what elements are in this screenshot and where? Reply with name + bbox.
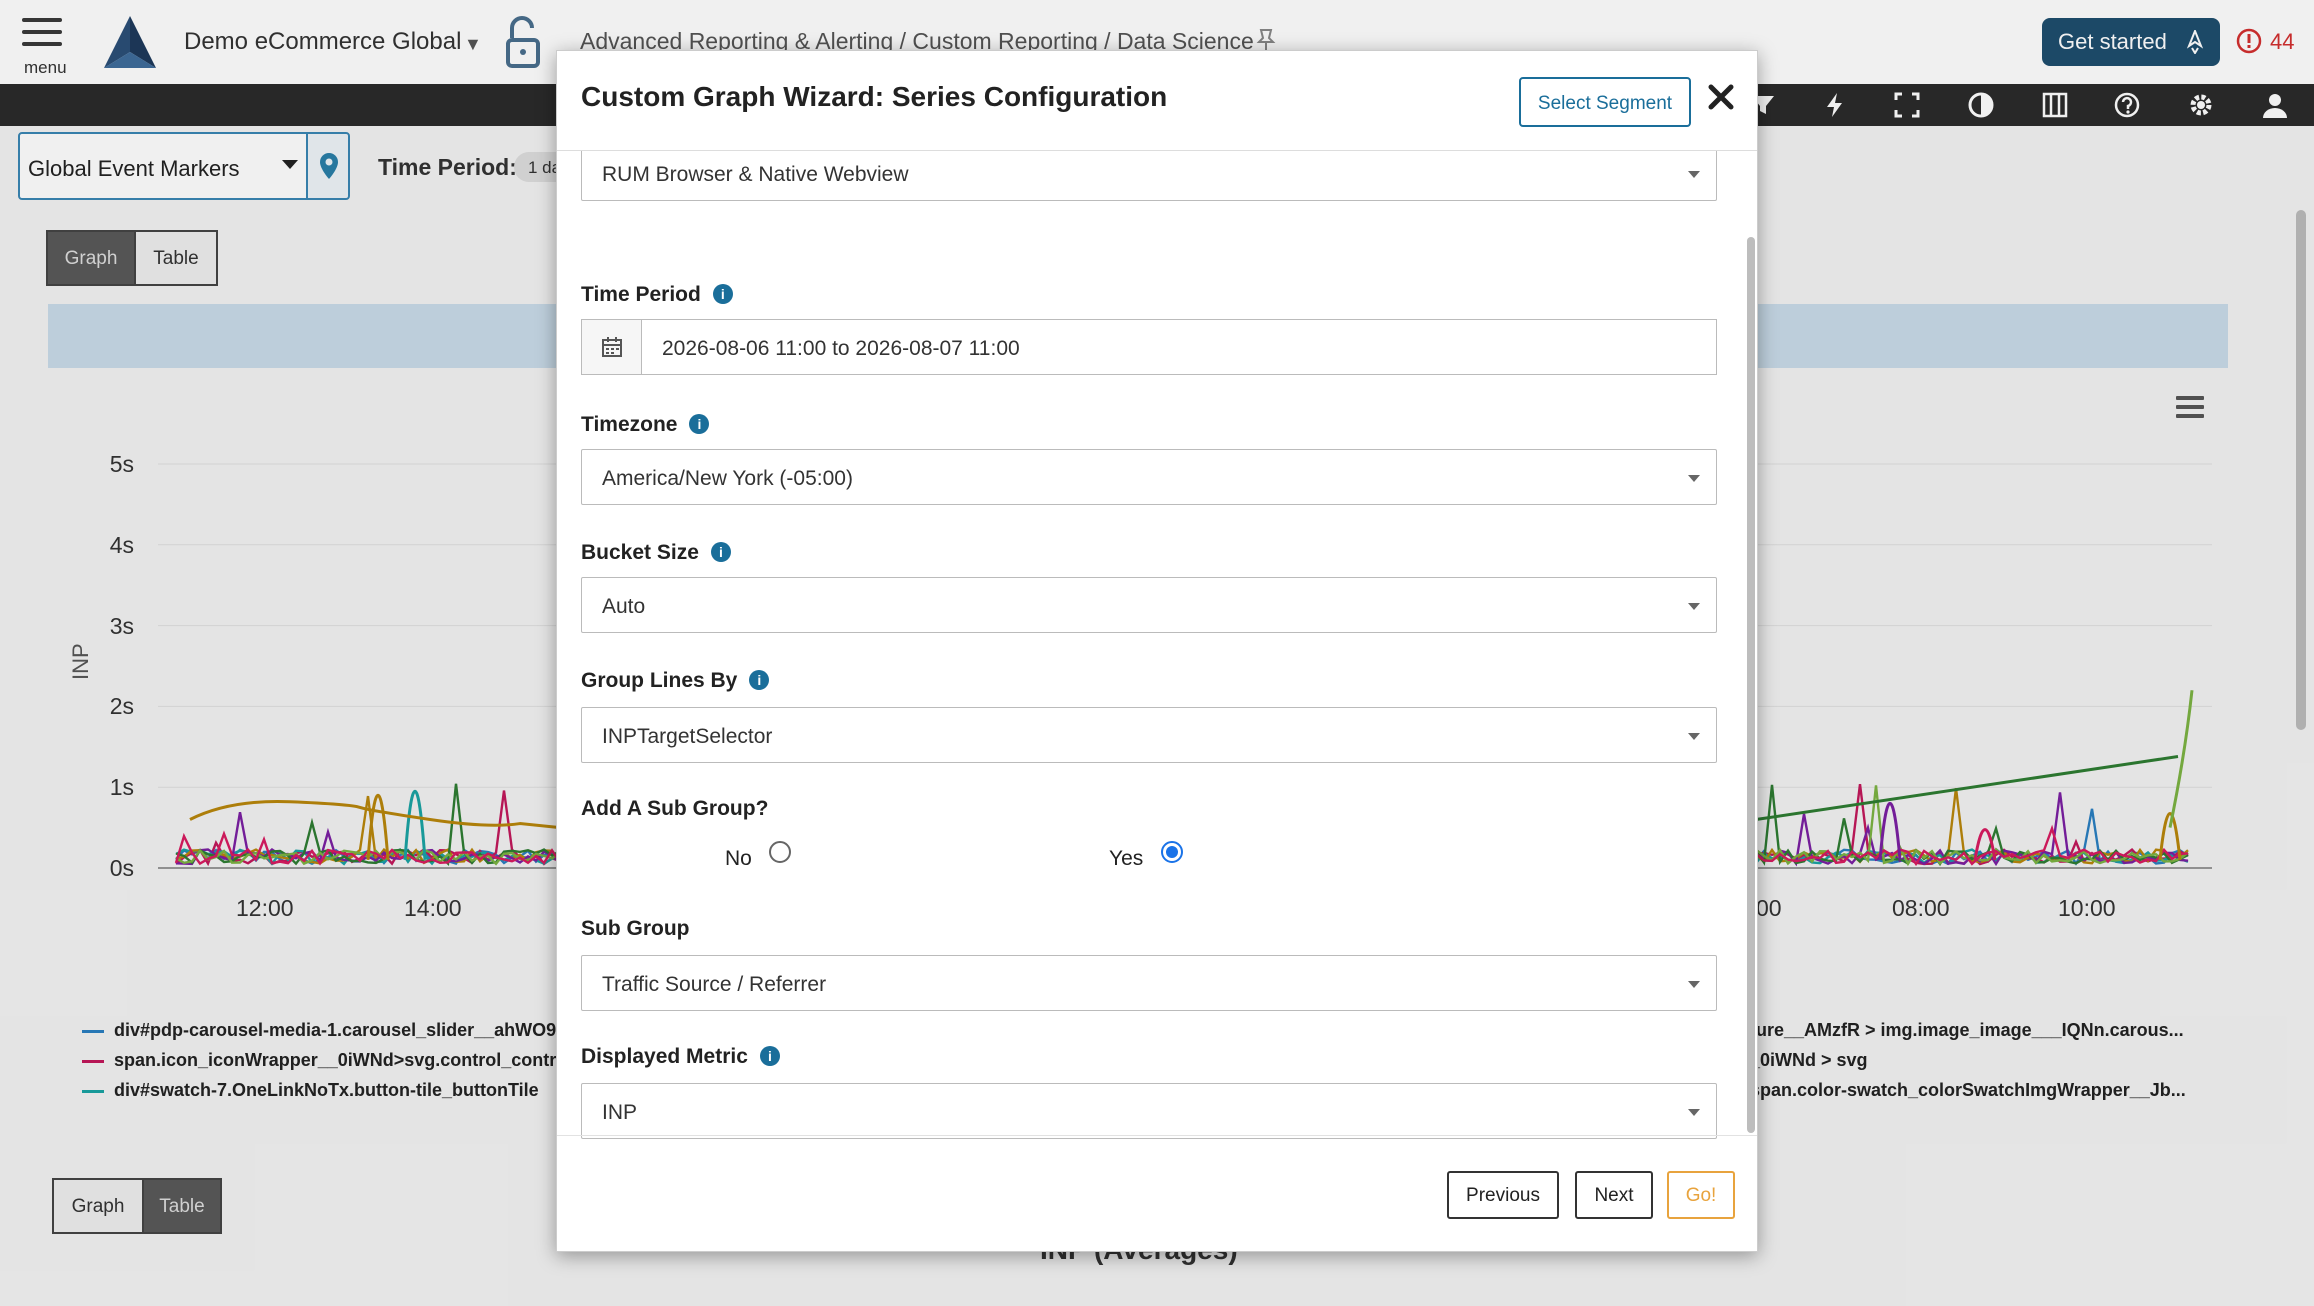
- time-period-input[interactable]: 2026-08-06 11:00 to 2026-08-07 11:00: [581, 319, 1717, 375]
- modal-header: Custom Graph Wizard: Series Configuratio…: [557, 51, 1757, 151]
- chevron-down-icon: [1688, 475, 1700, 482]
- chevron-down-icon: [1688, 171, 1700, 178]
- yes-radio-label[interactable]: Yes: [1109, 847, 1143, 871]
- select-segment-button[interactable]: Select Segment: [1519, 77, 1691, 127]
- timezone-value: America/New York (-05:00): [602, 467, 853, 490]
- previous-button[interactable]: Previous: [1447, 1171, 1559, 1219]
- time-period-label-text: Time Period: [581, 283, 701, 306]
- info-icon[interactable]: i: [712, 284, 733, 304]
- time-period-value: 2026-08-06 11:00 to 2026-08-07 11:00: [662, 337, 1020, 360]
- calendar-icon: [602, 337, 622, 357]
- no-radio[interactable]: [769, 841, 791, 863]
- yes-radio[interactable]: [1161, 841, 1183, 863]
- data-source-select[interactable]: RUM Browser & Native Webview: [581, 151, 1717, 201]
- chevron-down-icon: [1688, 733, 1700, 740]
- bucket-size-label-text: Bucket Size: [581, 541, 699, 564]
- sub-group-select[interactable]: Traffic Source / Referrer: [581, 955, 1717, 1011]
- info-icon[interactable]: i: [710, 542, 731, 562]
- bucket-size-value: Auto: [602, 595, 646, 618]
- group-lines-by-value: INPTargetSelector: [602, 725, 773, 748]
- group-lines-by-label-text: Group Lines By: [581, 669, 738, 692]
- group-lines-by-select[interactable]: INPTargetSelector: [581, 707, 1717, 763]
- displayed-metric-label-text: Displayed Metric: [581, 1045, 748, 1068]
- chevron-down-icon: [1688, 603, 1700, 610]
- group-lines-by-field-label: Group Lines By i: [581, 669, 770, 693]
- next-button[interactable]: Next: [1575, 1171, 1653, 1219]
- bucket-size-field-label: Bucket Size i: [581, 541, 731, 565]
- displayed-metric-select[interactable]: INP: [581, 1083, 1717, 1139]
- sub-group-toggle-label: Add A Sub Group?: [581, 797, 769, 820]
- bucket-size-select[interactable]: Auto: [581, 577, 1717, 633]
- chevron-down-icon: [1688, 1109, 1700, 1116]
- no-radio-label[interactable]: No: [725, 847, 752, 871]
- chevron-down-icon: [1688, 981, 1700, 988]
- sub-group-field-label: Sub Group: [581, 917, 690, 940]
- custom-graph-wizard-modal: Custom Graph Wizard: Series Configuratio…: [556, 50, 1758, 1252]
- info-icon[interactable]: i: [749, 670, 770, 690]
- displayed-metric-value: INP: [602, 1101, 638, 1124]
- info-icon[interactable]: i: [689, 414, 710, 434]
- timezone-field-label: Timezone i: [581, 413, 710, 437]
- modal-scrollbar[interactable]: [1747, 237, 1755, 1133]
- info-icon[interactable]: i: [759, 1046, 780, 1066]
- close-icon[interactable]: [1703, 79, 1739, 115]
- go-button[interactable]: Go!: [1667, 1171, 1735, 1219]
- calendar-button[interactable]: [582, 320, 642, 374]
- modal-title: Custom Graph Wizard: Series Configuratio…: [581, 81, 1168, 112]
- sub-group-value: Traffic Source / Referrer: [602, 973, 827, 996]
- data-source-value: RUM Browser & Native Webview: [602, 163, 909, 186]
- timezone-select[interactable]: America/New York (-05:00): [581, 449, 1717, 505]
- timezone-label-text: Timezone: [581, 413, 678, 436]
- time-period-field-label: Time Period i: [581, 283, 733, 307]
- modal-body: RUM Browser & Native Webview Time Period…: [557, 151, 1757, 1151]
- displayed-metric-field-label: Displayed Metric i: [581, 1045, 780, 1069]
